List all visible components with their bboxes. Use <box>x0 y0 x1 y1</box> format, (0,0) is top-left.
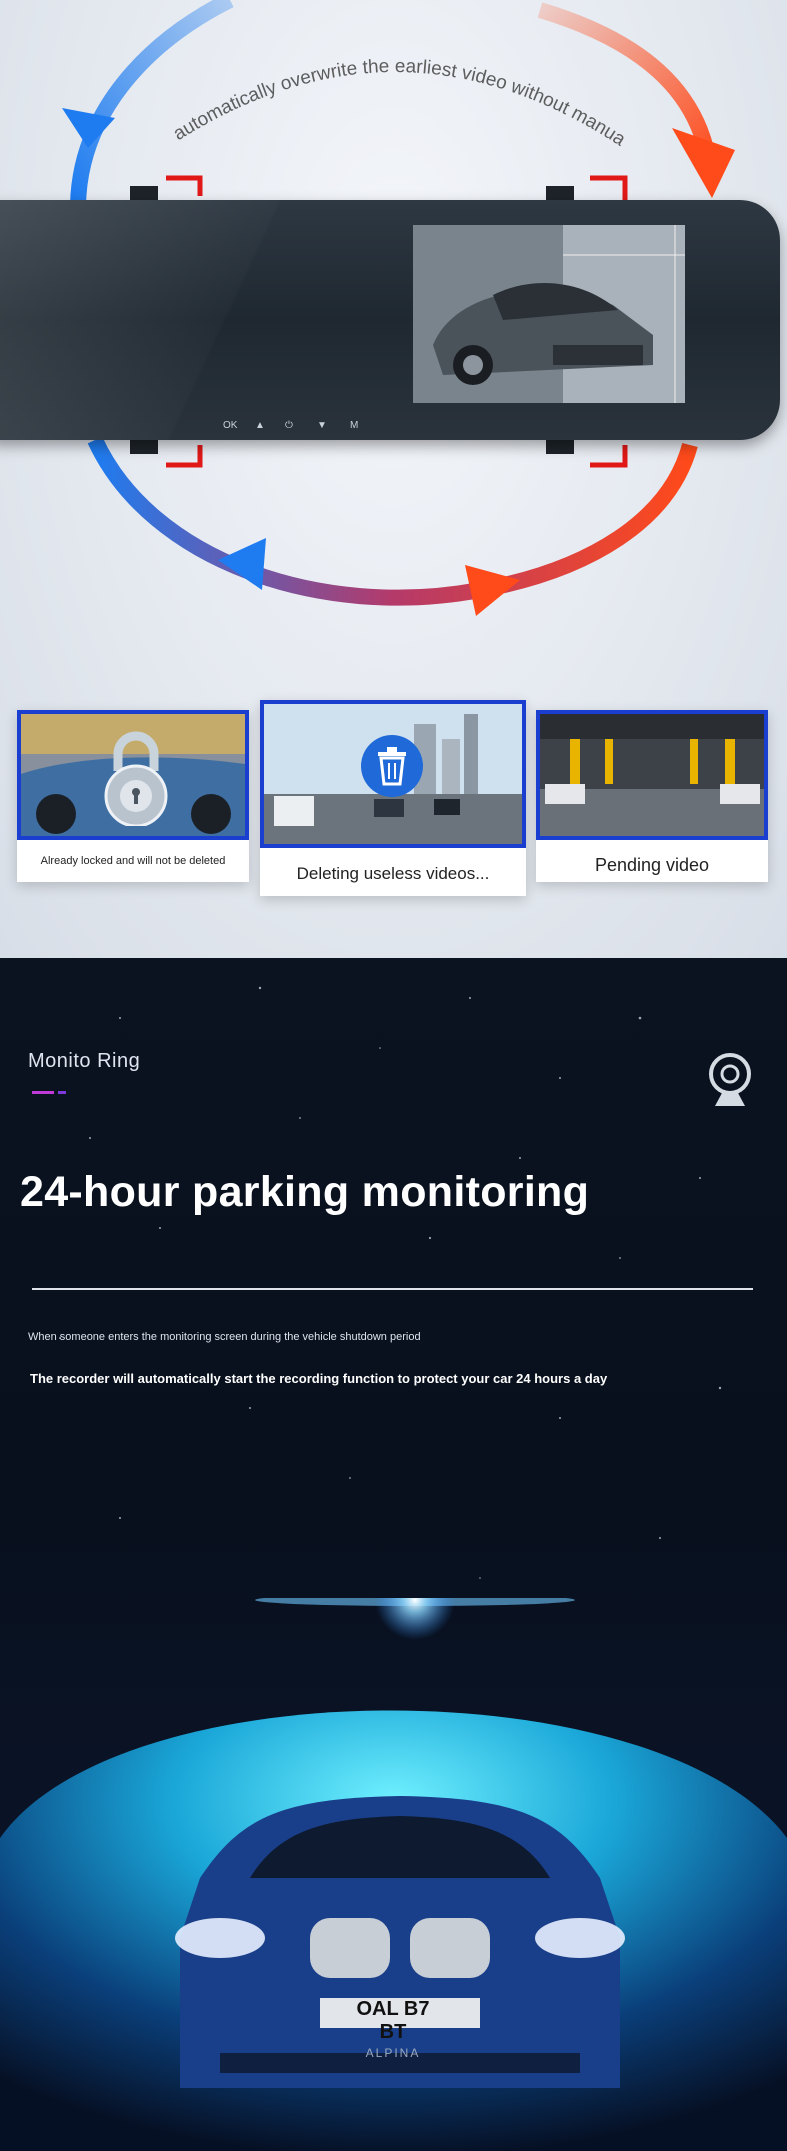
deleting-photo <box>260 700 526 848</box>
up-button: ▲ <box>255 420 265 431</box>
device-button-row: OK ▲ ⏻ ▼ M <box>215 420 375 440</box>
power-button: ⏻ <box>285 420 293 431</box>
description-line-1: When someone enters the monitoring scree… <box>28 1331 421 1343</box>
card-pending: Pending video <box>536 710 768 882</box>
parking-monitoring-section: Monito Ring 24-hour parking monitoring W… <box>0 958 787 2151</box>
menu-button: M <box>350 420 359 431</box>
mount-clip <box>130 186 158 200</box>
mount-clip <box>546 440 574 454</box>
arc-caption: automatically overwrite the earliest vid… <box>160 28 629 148</box>
bracket <box>166 175 203 196</box>
brand-accent-bar <box>32 1091 54 1094</box>
description-line-2: The recorder will automatically start th… <box>30 1371 608 1386</box>
loop-recording-section: automatically overwrite the earliest vid… <box>0 0 787 958</box>
mirror-screen <box>413 225 685 403</box>
down-button: ▼ <box>317 420 327 431</box>
locked-photo <box>17 710 249 840</box>
headline: 24-hour parking monitoring <box>20 1168 590 1216</box>
svg-text:automatically overwrite the ea: automatically overwrite the earliest vid… <box>160 28 629 148</box>
bracket <box>166 445 203 468</box>
mount-clip <box>130 440 158 454</box>
padlock-icon <box>104 731 168 826</box>
card-caption: Deleting useless videos... <box>296 864 490 883</box>
bracket <box>590 175 628 200</box>
screen-car-image <box>413 225 685 403</box>
brand-label: Monito Ring <box>28 1050 141 1072</box>
card-caption: Already locked and will not be deleted <box>40 855 226 867</box>
card-caption: Pending video <box>594 855 710 875</box>
webcam-icon <box>709 1053 751 1106</box>
glass-reflection <box>0 200 290 440</box>
ok-button: OK <box>223 420 238 431</box>
brand-accent-bar <box>58 1091 66 1094</box>
divider <box>32 1288 753 1290</box>
grille-badge: ALPINA <box>365 2046 421 2060</box>
parking-garage-image <box>540 714 764 836</box>
card-deleting: Deleting useless videos... <box>260 700 526 896</box>
arrowhead-blue-left <box>218 538 266 590</box>
blue-sedan <box>175 1796 625 2088</box>
bracket <box>590 445 628 468</box>
mount-clip <box>546 186 574 200</box>
card-locked: Already locked and will not be deleted <box>17 710 249 882</box>
pending-photo <box>536 710 768 840</box>
license-plate: OAL B7 BT <box>356 1998 430 2043</box>
trash-icon <box>361 735 423 797</box>
